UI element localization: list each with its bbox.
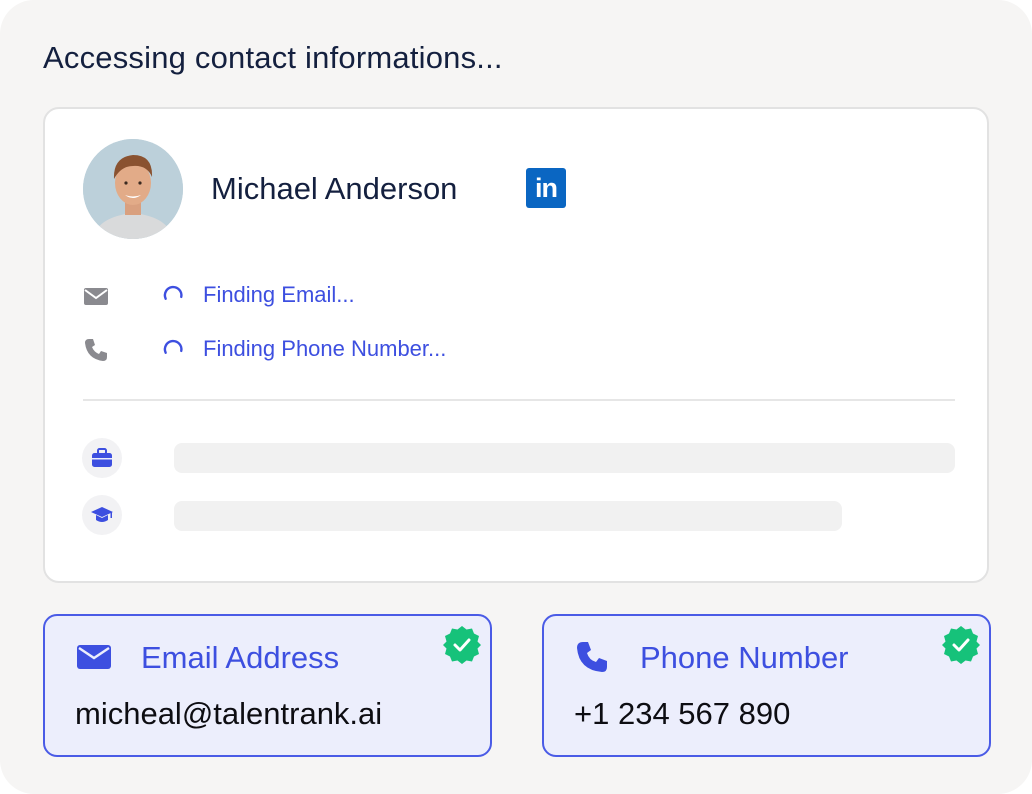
loading-spinner-icon	[163, 339, 183, 354]
envelope-icon	[77, 645, 111, 669]
work-skeleton-placeholder	[174, 443, 955, 473]
phone-result-label: Phone Number	[640, 640, 849, 675]
graduation-cap-icon	[82, 495, 122, 535]
divider	[83, 399, 955, 401]
verified-badge-icon	[942, 626, 980, 664]
profile-card: Michael Anderson in Finding Email... Fin…	[43, 107, 989, 583]
finding-phone-status: Finding Phone Number...	[203, 336, 447, 361]
education-skeleton-placeholder	[174, 501, 842, 531]
envelope-icon	[84, 288, 108, 305]
phone-icon	[577, 642, 607, 672]
contact-name: Michael Anderson	[211, 171, 458, 206]
email-result-value: micheal@talentrank.ai	[75, 696, 383, 731]
briefcase-icon	[82, 438, 122, 478]
phone-icon	[85, 339, 107, 361]
loading-spinner-icon	[163, 285, 183, 300]
email-result-card: Email Address micheal@talentrank.ai	[43, 614, 492, 757]
email-result-label: Email Address	[141, 640, 340, 675]
finding-email-status: Finding Email...	[203, 282, 355, 307]
phone-result-card: Phone Number +1 234 567 890	[542, 614, 991, 757]
phone-result-value: +1 234 567 890	[574, 696, 791, 731]
linkedin-icon[interactable]: in	[526, 168, 566, 208]
contact-lookup-panel: Accessing contact informations... Michae…	[0, 0, 1032, 794]
avatar	[83, 139, 183, 239]
verified-badge-icon	[443, 626, 481, 664]
page-title: Accessing contact informations...	[43, 40, 503, 75]
